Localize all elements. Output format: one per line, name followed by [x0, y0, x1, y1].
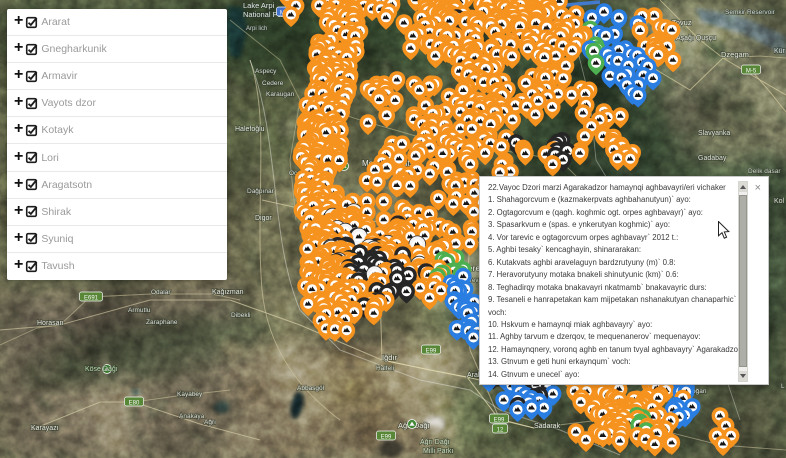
- svg-text:L: L: [781, 383, 785, 390]
- svg-text:Digor: Digor: [255, 215, 272, 222]
- svg-text:Abbasgöl: Abbasgöl: [297, 385, 325, 392]
- svg-text:Armutlu: Armutlu: [128, 307, 151, 314]
- svg-text:Dağpınar: Dağpınar: [247, 188, 275, 195]
- svg-text:Dzegam: Dzegam: [721, 50, 749, 59]
- svg-text:E99: E99: [426, 348, 437, 354]
- svg-text:E99: E99: [494, 417, 505, 423]
- svg-text:Ağrı Dağı: Ağrı Dağı: [420, 439, 450, 446]
- svg-text:Aşağı Quşçu: Aşağı Quşçu: [676, 35, 716, 42]
- svg-text:Dibekli: Dibekli: [231, 312, 251, 319]
- svg-text:Karaugan: Karaugan: [266, 91, 295, 98]
- svg-text:Kol: Kol: [774, 198, 785, 205]
- svg-text:Delik dasar: Delik dasar: [748, 168, 781, 175]
- svg-text:Anakaya: Anakaya: [179, 413, 205, 420]
- svg-text:Kağızman: Kağızman: [212, 289, 244, 296]
- svg-text:Milli Parkı: Milli Parkı: [423, 448, 453, 455]
- svg-text:Ağrı: Ağrı: [204, 419, 216, 426]
- svg-text:Semkir Reservoir: Semkir Reservoir: [725, 9, 776, 16]
- svg-text:Halfeli: Halfeli: [376, 365, 394, 372]
- svg-text:12: 12: [497, 427, 504, 433]
- svg-text:Odalar: Odalar: [151, 289, 171, 296]
- svg-text:Slavyanka: Slavyanka: [698, 130, 730, 137]
- svg-text:Köse Dağı: Köse Dağı: [85, 366, 118, 373]
- svg-text:Lake Arpi: Lake Arpi: [243, 1, 275, 10]
- svg-text:Kür: Kür: [774, 48, 786, 55]
- svg-text:Aspecy: Aspecy: [255, 68, 277, 75]
- svg-text:Cedere: Cedere: [262, 80, 284, 87]
- svg-text:E80: E80: [129, 400, 140, 406]
- svg-text:E691: E691: [84, 295, 99, 301]
- svg-text:Halefoğlu: Halefoğlu: [235, 126, 265, 133]
- svg-text:Karayazı: Karayazı: [31, 425, 59, 432]
- svg-text:Arpi lich: Arpi lich: [246, 26, 267, 32]
- svg-text:Zaraphane: Zaraphane: [146, 319, 178, 326]
- svg-text:Sadarak: Sadarak: [534, 423, 561, 430]
- svg-text:Horasan: Horasan: [37, 320, 64, 327]
- svg-text:Kayabey: Kayabey: [177, 391, 203, 398]
- svg-text:M-5: M-5: [746, 68, 757, 74]
- svg-text:Iğdır: Iğdır: [382, 353, 398, 362]
- svg-text:Gadabay: Gadabay: [698, 155, 727, 162]
- svg-text:E99: E99: [381, 434, 392, 440]
